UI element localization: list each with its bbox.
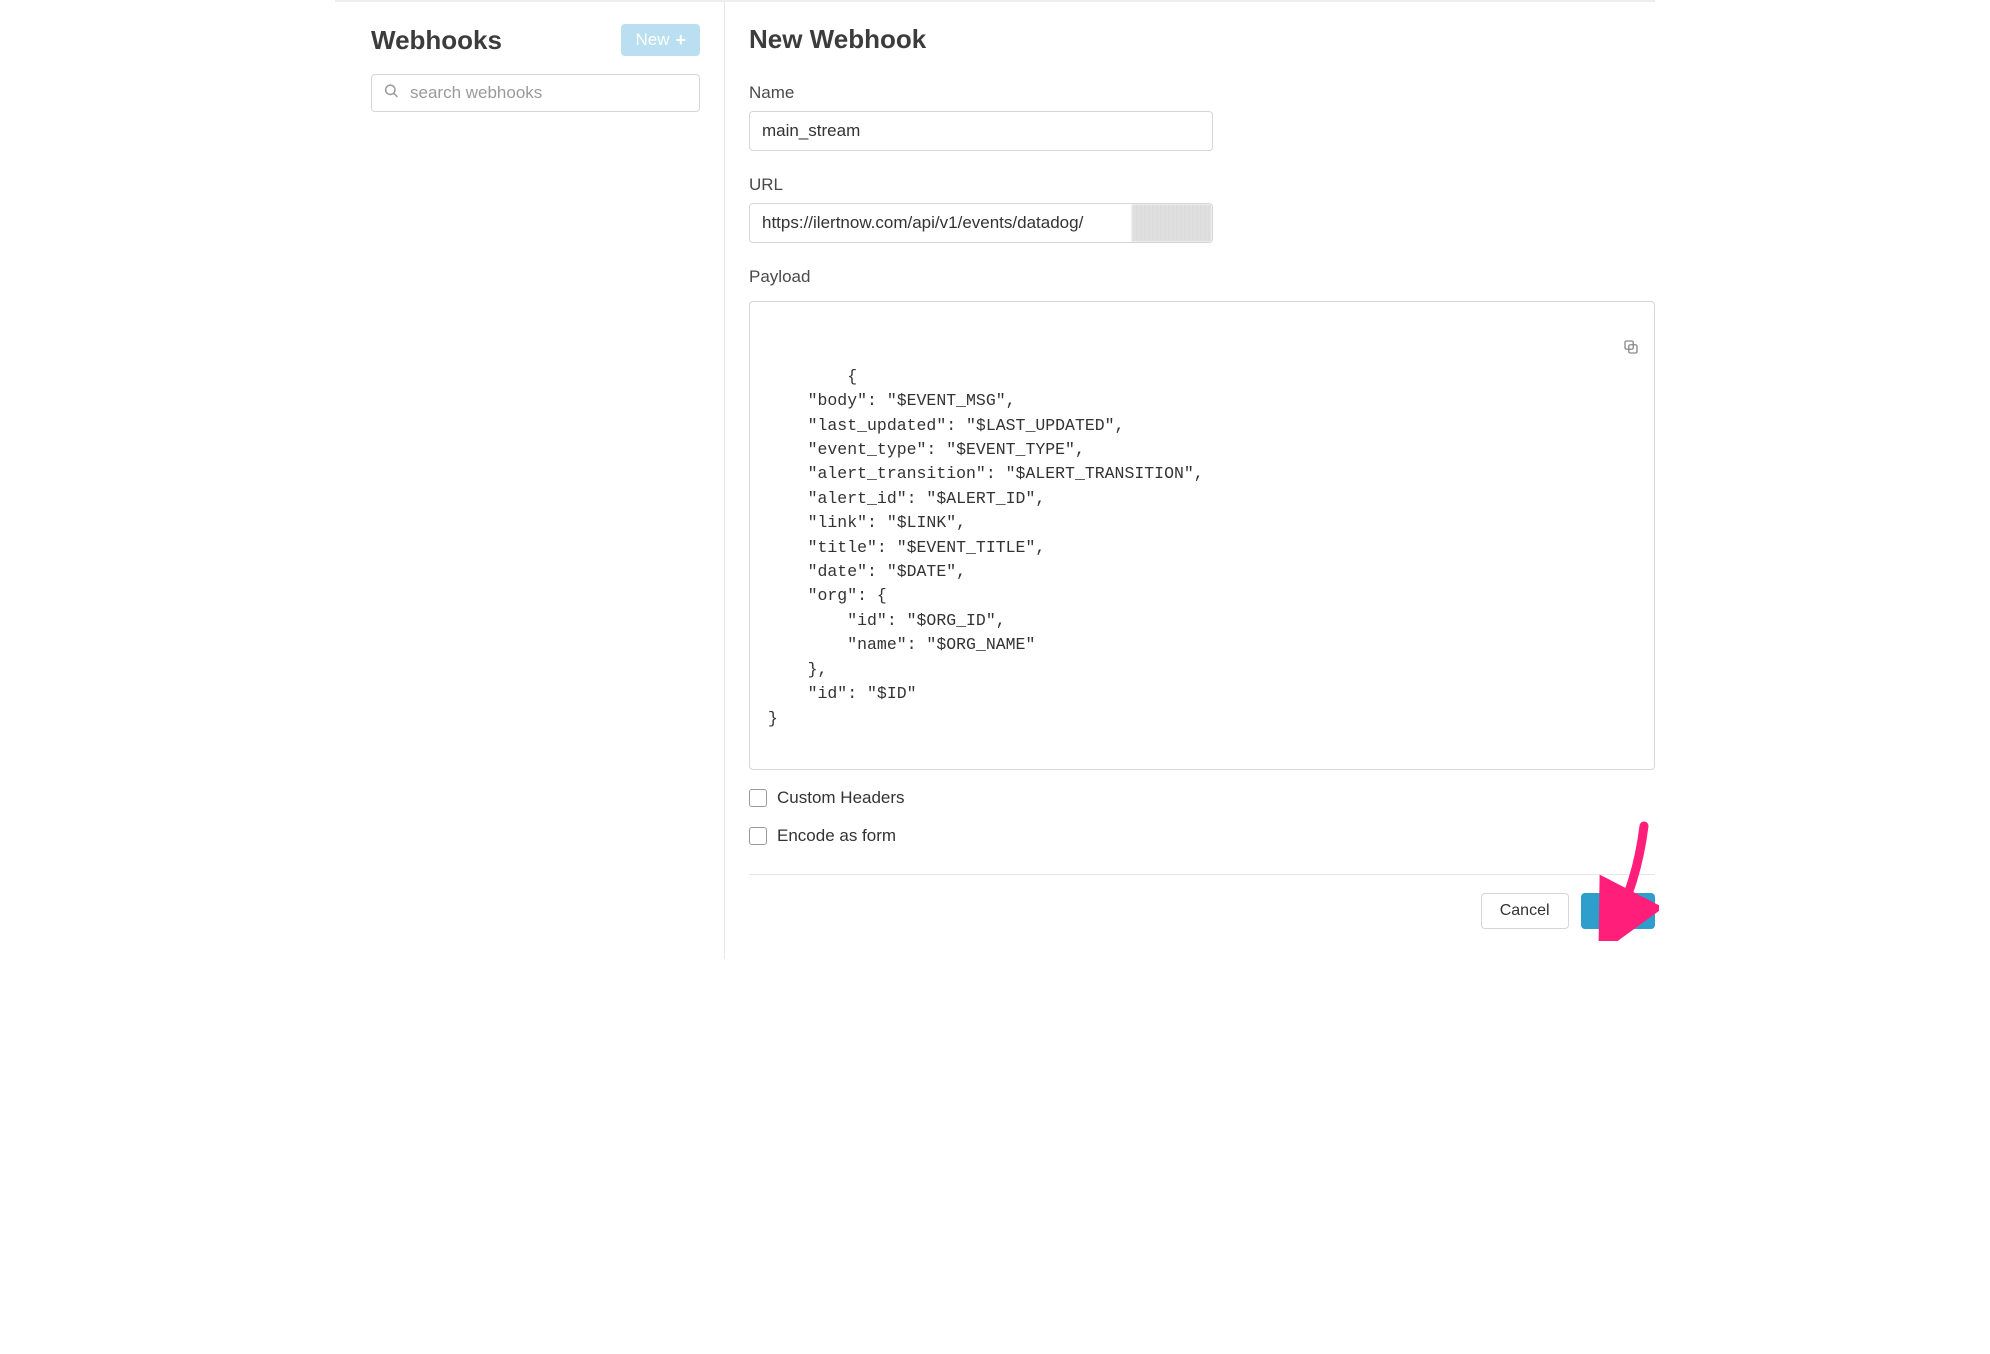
payload-textarea[interactable]: { "body": "$EVENT_MSG", "last_updated": … xyxy=(749,301,1655,770)
custom-headers-label: Custom Headers xyxy=(777,788,905,808)
form-footer: Cancel Save xyxy=(749,874,1655,929)
payload-field: Payload { "body": "$EVENT_MSG", "last_up… xyxy=(749,267,1655,770)
copy-icon[interactable] xyxy=(1523,314,1640,389)
save-button[interactable]: Save xyxy=(1581,893,1655,929)
url-redacted-segment xyxy=(1132,204,1212,242)
search-container xyxy=(371,74,700,112)
new-webhook-button-label: New xyxy=(635,30,669,50)
payload-content: { "body": "$EVENT_MSG", "last_updated": … xyxy=(768,367,1204,728)
encode-as-form-checkbox[interactable] xyxy=(749,827,767,845)
name-input[interactable] xyxy=(749,111,1213,151)
sidebar-header: Webhooks New + xyxy=(371,24,700,56)
plus-icon: + xyxy=(675,31,686,49)
url-input-wrap[interactable] xyxy=(749,203,1213,243)
sidebar-title: Webhooks xyxy=(371,25,502,56)
url-field: URL xyxy=(749,175,1655,243)
cancel-button[interactable]: Cancel xyxy=(1481,893,1569,929)
custom-headers-checkbox[interactable] xyxy=(749,789,767,807)
page-title: New Webhook xyxy=(749,24,1655,55)
sidebar: Webhooks New + xyxy=(335,2,725,959)
encode-as-form-row[interactable]: Encode as form xyxy=(749,826,1655,846)
custom-headers-row[interactable]: Custom Headers xyxy=(749,788,1655,808)
payload-label: Payload xyxy=(749,267,1655,287)
search-input[interactable] xyxy=(371,74,700,112)
main-form: New Webhook Name URL Payload { "body": "… xyxy=(725,2,1655,959)
name-field: Name xyxy=(749,83,1655,151)
url-input[interactable] xyxy=(750,204,1132,242)
url-label: URL xyxy=(749,175,1655,195)
new-webhook-button[interactable]: New + xyxy=(621,24,700,56)
encode-as-form-label: Encode as form xyxy=(777,826,896,846)
name-label: Name xyxy=(749,83,1655,103)
